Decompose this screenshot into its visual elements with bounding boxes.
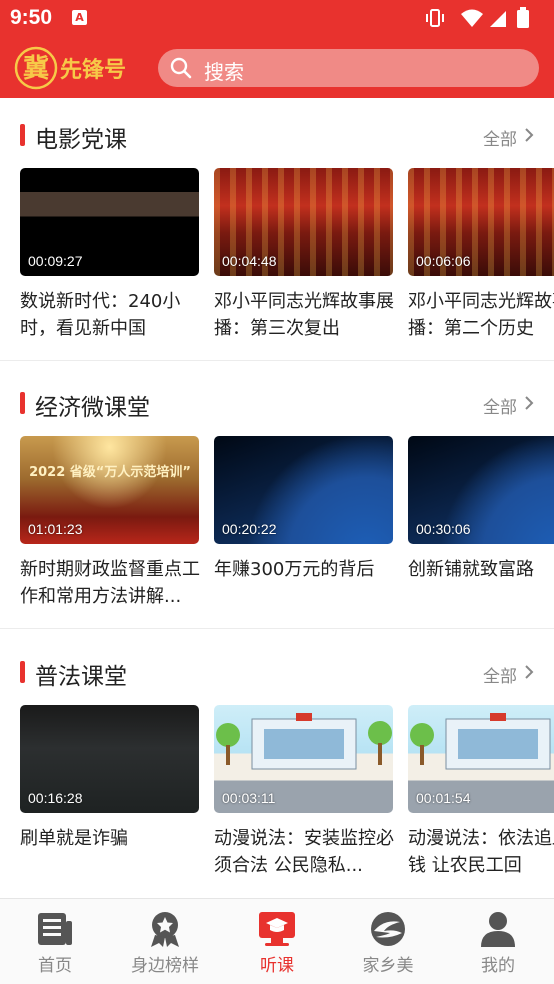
news-icon [38, 913, 72, 945]
video-duration: 00:01:54 [416, 790, 471, 806]
search-icon [170, 57, 192, 79]
status-icons [424, 7, 544, 28]
video-title[interactable]: 邓小平同志光辉故事展播：第三次复出 [214, 288, 394, 340]
status-time: 9:50 [10, 6, 53, 29]
video-duration: 00:06:06 [416, 253, 471, 269]
nav-home[interactable]: 首页 [0, 899, 110, 984]
signal-icon [490, 11, 506, 27]
search-bar[interactable]: 搜索 [158, 49, 539, 87]
nav-profile[interactable]: 我的 [443, 899, 553, 984]
bottom-nav: 首页 身边榜样 听课 家乡美 我的 [0, 898, 554, 984]
chevron-right-icon[interactable] [522, 664, 536, 680]
person-icon [481, 912, 515, 947]
classroom-icon [259, 912, 295, 946]
video-title[interactable]: 新时期财政监督重点工作和常用方法讲解... [20, 556, 200, 608]
top-bar: 9:50 A 冀 先锋号 搜索 [0, 0, 554, 98]
section-accent [20, 124, 25, 146]
video-title[interactable]: 邓小平同志光辉故事展播：第二个历史 [408, 288, 554, 340]
video-duration: 01:01:23 [28, 521, 83, 537]
wifi-icon [461, 9, 483, 27]
video-duration: 00:04:48 [222, 253, 277, 269]
video-thumbnail[interactable]: 00:03:11 [214, 705, 393, 813]
landscape-logo-icon [371, 912, 405, 946]
nav-hometown[interactable]: 家乡美 [333, 899, 443, 984]
video-title[interactable]: 动漫说法：依法追血汗钱 让农民工回 [408, 825, 554, 877]
video-thumbnail[interactable]: 00:16:28 [20, 705, 199, 813]
section-divider [0, 628, 554, 629]
chevron-right-icon[interactable] [522, 395, 536, 411]
nav-label: 我的 [481, 956, 515, 976]
section-accent [20, 392, 25, 414]
nav-label: 身边榜样 [131, 956, 199, 976]
section-title: 电影党课 [35, 127, 127, 153]
nav-class[interactable]: 听课 [222, 899, 332, 984]
video-duration: 00:03:11 [222, 790, 276, 806]
video-duration: 00:16:28 [28, 790, 83, 806]
video-title[interactable]: 动漫说法：安装监控必须合法 公民隐私... [214, 825, 394, 877]
video-thumbnail[interactable]: 00:30:06 [408, 436, 554, 544]
video-thumbnail[interactable]: 00:20:22 [214, 436, 393, 544]
section-more-link[interactable]: 全部 [483, 662, 517, 687]
video-thumbnail[interactable]: 00:01:54 [408, 705, 554, 813]
nav-role-models[interactable]: 身边榜样 [110, 899, 220, 984]
video-title[interactable]: 数说新时代：240小时，看见新中国 [20, 288, 200, 340]
chevron-right-icon[interactable] [522, 127, 536, 143]
nav-label: 家乡美 [362, 956, 414, 976]
badge-star-icon [151, 912, 179, 947]
section-title: 普法课堂 [35, 664, 127, 690]
nav-label: 首页 [38, 956, 72, 976]
nav-label: 听课 [260, 956, 294, 976]
section-more-link[interactable]: 全部 [483, 125, 517, 150]
video-duration: 00:09:27 [28, 253, 83, 269]
video-title[interactable]: 刷单就是诈骗 [20, 825, 200, 877]
section-movie-party-class: 电影党课 全部 00:09:27 数说新时代：240小时，看见新中国 00:04… [0, 98, 554, 361]
section-title: 经济微课堂 [35, 395, 150, 421]
section-economy-class: 经济微课堂 全部 2022 省级“万人示范培训” 01:01:23 新时期财政监… [0, 366, 554, 629]
video-thumbnail[interactable]: 00:04:48 [214, 168, 393, 276]
video-duration: 00:30:06 [416, 521, 471, 537]
battery-icon [517, 7, 529, 28]
video-title[interactable]: 创新铺就致富路 [408, 556, 554, 608]
video-thumbnail[interactable]: 00:06:06 [408, 168, 554, 276]
logo-mark: 冀 先锋号 [14, 46, 126, 90]
vibrate-icon [426, 9, 444, 27]
search-placeholder: 搜索 [204, 60, 244, 84]
section-divider [0, 360, 554, 361]
thumbnail-overlay-text: 2022 省级“万人示范培训” [29, 465, 191, 480]
status-bar: 9:50 A [0, 0, 554, 38]
video-thumbnail[interactable]: 2022 省级“万人示范培训” 01:01:23 [20, 436, 199, 544]
notification-icon: A [72, 10, 87, 25]
svg-text:冀: 冀 [23, 54, 49, 84]
video-duration: 00:20:22 [222, 521, 277, 537]
video-thumbnail[interactable]: 00:09:27 [20, 168, 199, 276]
svg-text:先锋号: 先锋号 [60, 57, 126, 83]
app-screen: 9:50 A 冀 先锋号 搜索 电影党课 全部 00:09:27 数说新时代：2… [0, 0, 554, 984]
section-more-link[interactable]: 全部 [483, 393, 517, 418]
section-law-class: 普法课堂 全部 00:16:28 刷单就是诈骗 00:03:11 动漫说法：安装… [0, 635, 554, 898]
app-logo: 冀 先锋号 [14, 44, 142, 94]
video-title[interactable]: 年赚300万元的背后 [214, 556, 394, 608]
section-accent [20, 661, 25, 683]
